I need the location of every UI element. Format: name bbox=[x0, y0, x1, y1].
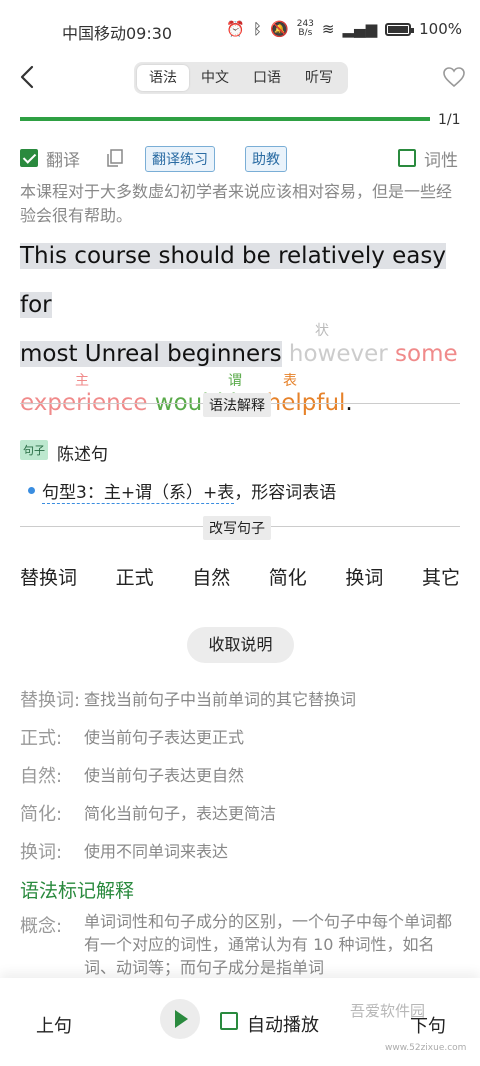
explanation-term: 正式: bbox=[20, 728, 63, 749]
signal-icon: ▂▄▆ bbox=[342, 20, 378, 38]
explanation-desc: 简化当前句子，表达更简洁 bbox=[84, 804, 277, 823]
rewrite-section-label: 改写句子 bbox=[203, 516, 271, 540]
pos-label: 词性 bbox=[424, 151, 458, 171]
sentence-type: 陈述句 bbox=[57, 445, 108, 465]
bluetooth-icon: ᛒ bbox=[253, 20, 263, 38]
explanation-desc: 使当前句子表达更自然 bbox=[84, 766, 245, 785]
rewrite-options: 替换词 正式 自然 简化 换词 其它 bbox=[20, 563, 460, 590]
mode-tabs: 语法 中文 口语 听写 bbox=[134, 62, 348, 94]
word-however[interactable]: however bbox=[289, 341, 388, 367]
rewrite-option-synonym[interactable]: 替换词 bbox=[20, 563, 77, 590]
assistant-button[interactable]: 助教 bbox=[245, 146, 287, 172]
explanation-term: 换词: bbox=[20, 842, 63, 863]
sentence-pattern-link[interactable]: 句型3：主+谓（系）+表 bbox=[42, 483, 235, 504]
rewrite-option-simplify[interactable]: 简化 bbox=[269, 563, 307, 590]
explanation-desc: 使用不同单词来表达 bbox=[84, 842, 229, 861]
marks-title: 语法标记解释 bbox=[20, 880, 135, 902]
bullet-dot bbox=[28, 487, 35, 494]
auto-play-label: 自动播放 bbox=[247, 1015, 319, 1036]
tab-dictation[interactable]: 听写 bbox=[293, 65, 345, 91]
rewrite-option-formal[interactable]: 正式 bbox=[116, 563, 154, 590]
pos-checkbox[interactable] bbox=[398, 149, 416, 167]
explanation-desc: 使当前句子表达更正式 bbox=[84, 728, 245, 747]
prev-sentence-button[interactable]: 上句 bbox=[36, 1012, 72, 1038]
collapse-explanation-button[interactable]: 收取说明 bbox=[187, 627, 294, 663]
explanation-term: 自然: bbox=[20, 766, 63, 787]
rewrite-option-other[interactable]: 其它 bbox=[422, 563, 460, 590]
battery-icon bbox=[385, 22, 415, 36]
grammar-section-label: 语法解释 bbox=[203, 393, 271, 417]
wifi-icon: ≋ bbox=[321, 20, 335, 38]
tab-chinese[interactable]: 中文 bbox=[189, 65, 241, 91]
status-carrier-time: 中国移动09:30 bbox=[62, 24, 173, 43]
chinese-translation: 本课程对于大多数虚幻初学者来说应该相对容易，但是一些经验会很有帮助。 bbox=[20, 182, 453, 225]
mute-icon: 🔕 bbox=[270, 20, 289, 38]
watermark-logo: 吾爱软件园 bbox=[350, 1002, 426, 1020]
translate-checkbox[interactable] bbox=[20, 149, 38, 167]
play-icon[interactable] bbox=[160, 999, 200, 1039]
app-screen: 中国移动09:30 ⏰ ᛒ 🔕 243 B/s ≋ ▂▄▆ 100% 语法 中文 … bbox=[0, 0, 480, 1066]
progress-counter: 1/1 bbox=[438, 112, 461, 128]
rewrite-option-reword[interactable]: 换词 bbox=[345, 563, 383, 590]
progress-fill bbox=[20, 117, 430, 121]
explanation-term: 替换词: bbox=[20, 690, 81, 711]
watermark-url: www.52zixue.com bbox=[385, 1043, 467, 1053]
progress-bar bbox=[20, 117, 430, 121]
sentence-part-1[interactable]: This course should be relatively easy fo… bbox=[20, 243, 446, 318]
tab-grammar[interactable]: 语法 bbox=[137, 65, 189, 91]
translate-label: 翻译 bbox=[46, 151, 80, 171]
rewrite-option-natural[interactable]: 自然 bbox=[192, 563, 230, 590]
explanation-desc: 查找当前句子中当前单词的其它替换词 bbox=[84, 690, 357, 709]
alarm-icon: ⏰ bbox=[226, 20, 246, 38]
sentence-pattern: 句型3：主+谓（系）+表，形容词表语 bbox=[42, 478, 337, 504]
translate-practice-button[interactable]: 翻译练习 bbox=[145, 146, 215, 172]
label-subject: 主 bbox=[75, 373, 89, 389]
sentence-pattern-rest: ，形容词表语 bbox=[234, 483, 337, 503]
label-predicate: 谓 bbox=[228, 373, 242, 389]
copy-icon[interactable] bbox=[105, 148, 125, 168]
net-speed: 243 B/s bbox=[296, 19, 314, 38]
label-complement: 表 bbox=[283, 373, 297, 389]
battery-percent: 100% bbox=[419, 20, 462, 38]
auto-play-checkbox[interactable] bbox=[220, 1012, 238, 1030]
sentence-part-2[interactable]: most Unreal beginners bbox=[20, 341, 282, 367]
back-arrow-icon[interactable] bbox=[16, 64, 42, 90]
concept-term: 概念: bbox=[20, 916, 63, 937]
favorite-heart-icon[interactable] bbox=[442, 66, 466, 88]
status-icons: ⏰ ᛒ 🔕 243 B/s ≋ ▂▄▆ 100% bbox=[226, 19, 462, 39]
label-adverbial: 状 bbox=[315, 323, 329, 339]
sentence-tag: 句子 bbox=[20, 440, 48, 460]
word-some[interactable]: some bbox=[395, 341, 458, 367]
concept-text: 单词词性和句子成分的区别，一个句子中每个单词都有一个对应的词性，通常认为有 10… bbox=[84, 912, 453, 977]
tab-speaking[interactable]: 口语 bbox=[241, 65, 293, 91]
explanation-term: 简化: bbox=[20, 804, 63, 825]
